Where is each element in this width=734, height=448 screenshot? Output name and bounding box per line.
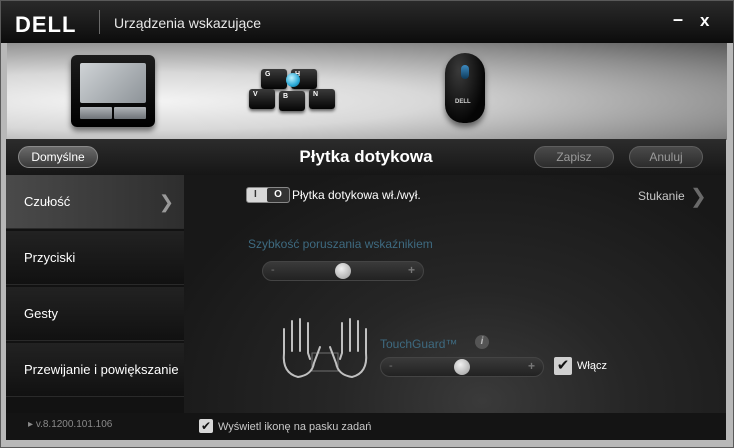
touchpad-device-icon[interactable]: [71, 55, 155, 127]
touchpad-right-button: [114, 107, 146, 119]
mouse-wheel: [461, 65, 469, 79]
trackpoint-device-icon[interactable]: G H V B N: [239, 59, 349, 129]
title-separator: [99, 10, 100, 34]
main-panel: Domyślne Płytka dotykowa Zapisz Anuluj C…: [6, 139, 726, 413]
sidebar-item-label: Gesty: [24, 306, 58, 321]
info-icon[interactable]: i: [475, 335, 489, 349]
window-title: Urządzenia wskazujące: [114, 15, 262, 31]
taskbar-icon-checkbox[interactable]: ✔: [199, 419, 213, 433]
title-bar[interactable]: DELL Urządzenia wskazujące – x: [1, 1, 733, 43]
touchpad-surface: [80, 63, 146, 103]
cancel-button[interactable]: Anuluj: [629, 146, 703, 168]
chevron-right-icon: ❯: [158, 192, 174, 212]
touchguard-slider[interactable]: - +: [380, 357, 544, 377]
save-button[interactable]: Zapisz: [534, 146, 614, 168]
sidebar-item-label: Przyciski: [24, 250, 76, 265]
key-n: N: [309, 89, 335, 109]
panel-header: Domyślne Płytka dotykowa Zapisz Anuluj: [6, 139, 726, 175]
key-v: V: [249, 89, 275, 109]
device-banner: G H V B N DELL: [7, 43, 727, 140]
slider-minus: -: [389, 360, 393, 372]
hands-icon: [282, 318, 368, 379]
touchguard-label: TouchGuard™: [380, 337, 458, 351]
triangle-right-icon: ▸: [28, 419, 36, 430]
touchpad-toggle-label: Płytka dotykowa wł./wył.: [292, 188, 421, 202]
touchpad-toggle[interactable]: I O: [246, 187, 290, 203]
taskbar-icon-label: Wyświetl ikonę na pasku zadań: [218, 421, 372, 433]
toggle-off-mark: O: [267, 188, 289, 202]
mouse-device-icon[interactable]: DELL: [445, 53, 485, 123]
toggle-on-mark: I: [254, 189, 257, 200]
close-button[interactable]: x: [700, 11, 709, 31]
touchguard-enable-checkbox[interactable]: ✔: [554, 357, 572, 375]
checkmark-icon: ✔: [556, 357, 570, 374]
sidebar-item-sensitivity[interactable]: Czułość ❯: [6, 175, 184, 229]
touchguard-enable-label: Włącz: [577, 360, 607, 372]
version-label: ▸ v.8.1200.101.106: [28, 419, 112, 430]
chevron-right-icon[interactable]: ❯: [690, 184, 707, 209]
page-title: Płytka dotykowa: [299, 147, 433, 166]
footer-bar: ▸ v.8.1200.101.106 ✔ Wyświetl ikonę na p…: [6, 413, 726, 440]
slider-thumb[interactable]: [335, 263, 351, 279]
touchpad-left-button: [80, 107, 112, 119]
slider-plus: +: [407, 263, 415, 277]
minimize-button[interactable]: –: [673, 9, 683, 30]
slider-minus: -: [271, 264, 275, 276]
slider-thumb[interactable]: [454, 359, 470, 375]
mouse-brand: DELL: [455, 99, 471, 105]
key-g: G: [261, 69, 287, 89]
checkmark-icon: ✔: [200, 419, 212, 433]
pointer-speed-label: Szybkość poruszania wskaźnikiem: [248, 237, 433, 251]
dell-logo: DELL: [15, 12, 77, 37]
sidebar-item-scroll-zoom[interactable]: Przewijanie i powiększanie: [6, 343, 184, 397]
tapping-link[interactable]: Stukanie: [638, 189, 685, 203]
settings-content: I O Płytka dotykowa wł./wył. Stukanie ❯ …: [184, 175, 726, 413]
pointer-speed-slider[interactable]: - +: [262, 261, 424, 281]
slider-plus: +: [527, 359, 535, 373]
key-b: B: [279, 91, 305, 111]
sidebar-item-label: Przewijanie i powiększanie: [24, 362, 179, 377]
version-text: v.8.1200.101.106: [35, 419, 113, 430]
trackpoint-stick: [286, 73, 300, 87]
sidebar: Czułość ❯ Przyciski Gesty Przewijanie i …: [6, 175, 184, 413]
sidebar-item-buttons[interactable]: Przyciski: [6, 231, 184, 285]
sidebar-item-gestures[interactable]: Gesty: [6, 287, 184, 341]
sidebar-item-label: Czułość: [24, 194, 71, 209]
